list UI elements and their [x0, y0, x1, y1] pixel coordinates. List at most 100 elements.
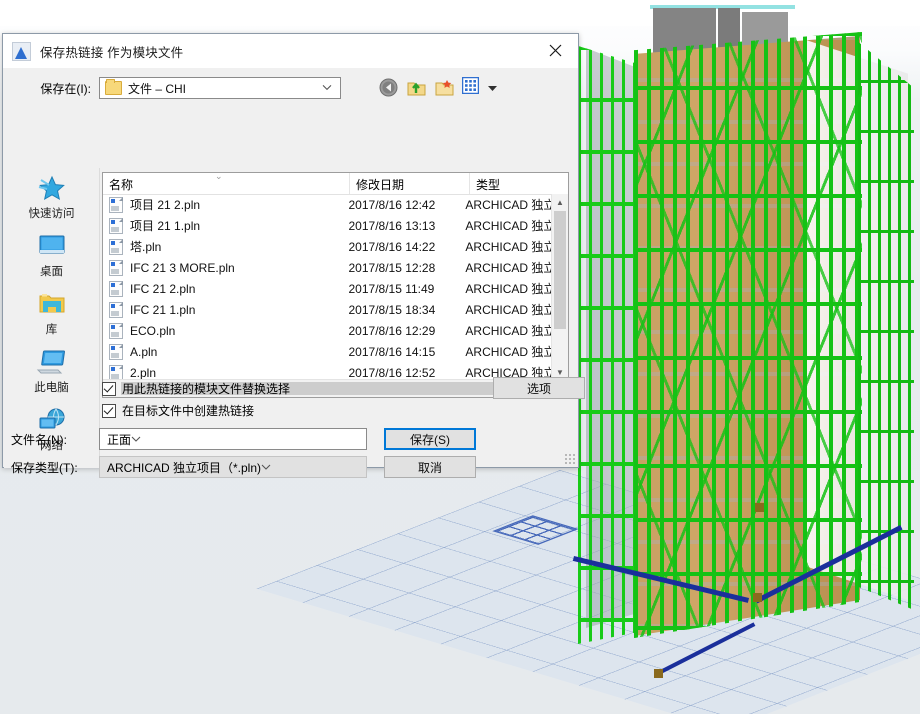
vertical-scrollbar[interactable]: ▲ ▼: [551, 194, 568, 380]
file-icon-badge: [111, 324, 115, 329]
mullion-grid-right: [858, 41, 914, 610]
checkbox-create-hotlink[interactable]: 在目标文件中创建热链接: [102, 402, 254, 419]
new-folder-button[interactable]: [434, 77, 455, 98]
file-date-cell: 2017/8/16 14:15: [348, 344, 436, 359]
tower-model[interactable]: [578, 30, 920, 690]
base-corner-node-right: [753, 593, 762, 602]
file-date-cell: 2017/8/16 12:52: [348, 365, 436, 380]
pln-file-icon: [109, 364, 123, 380]
file-list-rows[interactable]: 项目 21 2.pln 2017/8/16 12:42 ARCHICAD 独立 项目 …: [103, 194, 552, 380]
mullion-grid-left: [578, 46, 638, 644]
file-type-cell: ARCHICAD 独立: [465, 219, 552, 233]
filename-label: 文件名(N):: [3, 431, 99, 448]
file-type-cell: ARCHICAD 独立: [465, 282, 552, 296]
file-icon-badge: [111, 345, 115, 350]
table-row[interactable]: 2.pln 2017/8/16 12:52 ARCHICAD 独立: [103, 362, 552, 380]
back-button[interactable]: [378, 77, 399, 98]
file-icon-badge: [111, 366, 115, 371]
checkbox-box[interactable]: [102, 381, 116, 396]
base-corner-node-left: [654, 669, 663, 678]
table-row[interactable]: IFC 21 2.pln 2017/8/15 11:49 ARCHICAD 独立: [103, 278, 552, 299]
pln-file-icon: [109, 322, 123, 339]
cancel-button[interactable]: 取消: [384, 456, 476, 478]
filetype-combobox[interactable]: ARCHICAD 独立项目（*.pln): [99, 456, 367, 478]
table-row[interactable]: 项目 21 1.pln 2017/8/16 13:13 ARCHICAD 独立: [103, 215, 552, 236]
place-item-library[interactable]: 库: [4, 284, 99, 342]
up-one-level-button[interactable]: [406, 77, 427, 98]
file-date-cell: 2017/8/15 18:34: [348, 302, 436, 317]
pln-file-icon: [109, 217, 123, 234]
table-row[interactable]: IFC 21 1.pln 2017/8/15 18:34 ARCHICAD 独立: [103, 299, 552, 320]
file-list-header[interactable]: 名称 ⌄ 修改日期 类型: [103, 172, 568, 195]
navigation-toolbar[interactable]: [378, 76, 497, 98]
save-button[interactable]: 保存(S): [384, 428, 476, 450]
column-header-name[interactable]: 名称 ⌄: [103, 172, 349, 194]
checkbox-replace-label: 用此热链接的模块文件替换选择: [122, 382, 291, 396]
file-date-cell: 2017/8/15 11:49: [348, 281, 435, 296]
place-label: 库: [45, 323, 58, 336]
file-name-label: ECO.pln: [130, 323, 176, 338]
file-name-cell: 2.pln: [103, 364, 343, 380]
file-name-label: IFC 21 3 MORE.pln: [130, 260, 235, 275]
filename-row: 文件名(N): 正面 保存(S): [3, 428, 476, 450]
table-row[interactable]: 项目 21 2.pln 2017/8/16 12:42 ARCHICAD 独立: [103, 194, 552, 215]
pln-file-icon: [109, 343, 123, 360]
filename-input[interactable]: 正面: [99, 428, 367, 450]
pln-file-icon: [109, 196, 123, 213]
cancel-button-label: 取消: [417, 460, 442, 475]
file-date-cell: 2017/8/16 12:29: [348, 323, 436, 338]
file-name-cell: IFC 21 1.pln: [103, 301, 343, 318]
filename-value: 正面: [107, 432, 132, 447]
view-grid-icon: [461, 76, 480, 95]
archicad-icon: [12, 41, 31, 61]
options-button-label: 选项: [526, 381, 551, 396]
file-name-cell: 项目 21 1.pln: [103, 217, 343, 234]
filetype-row: 保存类型(T): ARCHICAD 独立项目（*.pln) 取消: [3, 456, 476, 478]
column-header-type[interactable]: 类型: [469, 173, 553, 194]
table-row[interactable]: ECO.pln 2017/8/16 12:29 ARCHICAD 独立: [103, 320, 552, 341]
place-item-quick-access[interactable]: 快速访问: [4, 168, 99, 226]
file-icon-badge: [111, 219, 115, 224]
filetype-value: ARCHICAD 独立项目（*.pln): [107, 460, 262, 475]
file-type-cell: ARCHICAD 独立: [465, 303, 552, 317]
save-in-label: 保存在(I):: [40, 81, 91, 96]
chevron-down-icon: [488, 85, 497, 91]
folder-icon: [105, 79, 122, 95]
file-name-label: IFC 21 2.pln: [130, 281, 196, 296]
dialog-titlebar[interactable]: 保存热链接 作为模块文件: [3, 34, 578, 68]
column-header-date[interactable]: 修改日期: [349, 173, 469, 194]
pln-file-icon: [109, 280, 123, 297]
resize-grip[interactable]: [564, 453, 575, 464]
checkbox-box[interactable]: [102, 403, 116, 418]
file-icon-badge: [111, 261, 115, 266]
back-arrow-icon: [379, 78, 398, 97]
dialog-title: 保存热链接 作为模块文件: [40, 45, 184, 60]
vertical-scroll-thumb[interactable]: [554, 211, 566, 329]
file-type-cell: ARCHICAD 独立: [465, 261, 552, 275]
views-button[interactable]: [461, 76, 483, 98]
close-button[interactable]: [533, 34, 578, 67]
filetype-label: 保存类型(T):: [3, 459, 99, 476]
checkbox-replace-selection[interactable]: 用此热链接的模块文件替换选择: [102, 380, 290, 397]
file-list[interactable]: 名称 ⌄ 修改日期 类型 项目 21 2.pln 2017/8/16 12:42 A…: [102, 172, 569, 398]
chevron-down-icon[interactable]: [131, 436, 141, 442]
file-name-cell: IFC 21 2.pln: [103, 280, 343, 297]
table-row[interactable]: 塔.pln 2017/8/16 14:22 ARCHICAD 独立: [103, 236, 552, 257]
save-in-combobox[interactable]: 文件 – CHI: [99, 77, 341, 99]
file-name-cell: IFC 21 3 MORE.pln: [103, 259, 343, 276]
place-item-desktop[interactable]: 桌面: [4, 226, 99, 284]
scroll-up-arrow-icon[interactable]: ▲: [552, 194, 568, 210]
views-dropdown[interactable]: [488, 81, 497, 95]
options-button[interactable]: 选项: [493, 377, 585, 399]
filetype-label-text: 保存类型(T):: [11, 460, 78, 475]
filename-label-text: 文件名(N):: [11, 432, 67, 447]
file-name-cell: 项目 21 2.pln: [103, 196, 343, 213]
place-item-this-pc[interactable]: 此电脑: [4, 342, 99, 400]
column-header-type-label: 类型: [476, 178, 501, 192]
table-row[interactable]: A.pln 2017/8/16 14:15 ARCHICAD 独立: [103, 341, 552, 362]
table-row[interactable]: IFC 21 3 MORE.pln 2017/8/15 12:28 ARCHICAD…: [103, 257, 552, 278]
file-name-cell: ECO.pln: [103, 322, 343, 339]
save-module-dialog[interactable]: 保存热链接 作为模块文件 保存在(I): 文件 – CHI 快速访问 桌面 库 …: [2, 33, 585, 478]
places-bar[interactable]: 快速访问 桌面 库 此电脑 网络: [4, 168, 100, 468]
this-pc-icon: [35, 348, 69, 376]
